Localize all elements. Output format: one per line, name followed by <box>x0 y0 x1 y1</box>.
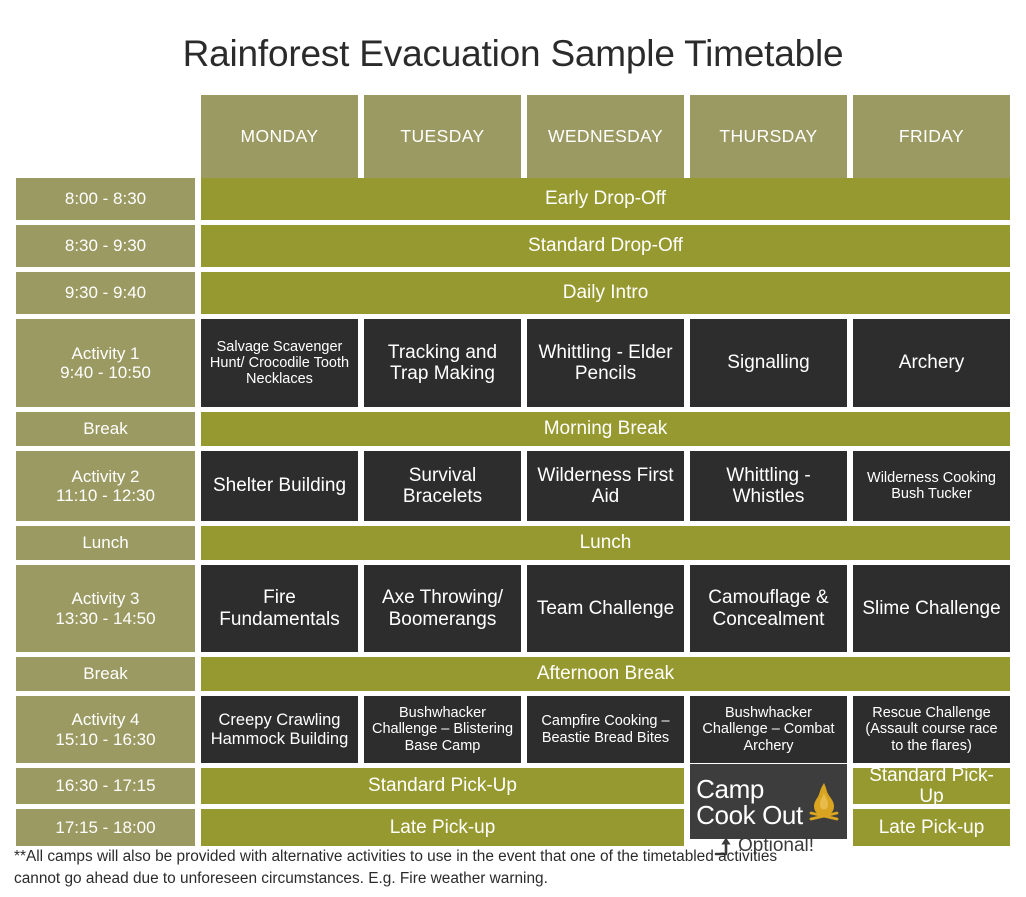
time-label-early-dropoff: 8:00 - 8:30 <box>16 178 195 220</box>
camp-cook-out-logo[interactable]: Camp Cook Out <box>690 764 847 839</box>
footnote: **All camps will also be provided with a… <box>14 848 778 888</box>
banner-lunch: Lunch <box>201 526 1010 560</box>
activity3-tuesday[interactable]: Axe Throwing/ Boomerangs <box>364 565 521 652</box>
activity2-tuesday[interactable]: Survival Bracelets <box>364 451 521 521</box>
row-daily-intro: 9:30 - 9:40 Daily Intro <box>0 272 1026 319</box>
banner-late-pickup: Late Pick-up <box>201 809 684 846</box>
time-label-late-pickup: 17:15 - 18:00 <box>16 809 195 846</box>
activity2-friday[interactable]: Wilderness Cooking Bush Tucker <box>853 451 1010 521</box>
column-header-tuesday: TUESDAY <box>364 95 521 178</box>
logo-line-2: Cook Out <box>696 799 803 830</box>
time-label-activity1: Activity 1 9:40 - 10:50 <box>16 319 195 407</box>
row-early-dropoff: 8:00 - 8:30 Early Drop-Off <box>0 178 1026 225</box>
activity4-tuesday[interactable]: Bushwhacker Challenge – Blistering Base … <box>364 696 521 763</box>
activity3-monday[interactable]: Fire Fundamentals <box>201 565 358 652</box>
row-activity4: Activity 4 15:10 - 16:30 Creepy Crawling… <box>0 696 1026 768</box>
logo-wordmark: Camp Cook Out <box>696 776 803 828</box>
row-activity3: Activity 3 13:30 - 14:50 Fire Fundamenta… <box>0 565 1026 657</box>
activity1-wednesday[interactable]: Whittling - Elder Pencils <box>527 319 684 407</box>
row-late-pickup: 17:15 - 18:00 Late Pick-up Late Pick-up <box>0 809 1026 851</box>
time-label-standard-dropoff: 8:30 - 9:30 <box>16 225 195 267</box>
time-label-lunch: Lunch <box>16 526 195 560</box>
activity4-name: Activity 4 <box>71 710 140 730</box>
time-label-activity2: Activity 2 11:10 - 12:30 <box>16 451 195 521</box>
late-pickup-friday: Late Pick-up <box>853 809 1010 846</box>
row-activity1: Activity 1 9:40 - 10:50 Salvage Scavenge… <box>0 319 1026 412</box>
row-standard-dropoff: 8:30 - 9:30 Standard Drop-Off <box>0 225 1026 272</box>
column-header-friday: FRIDAY <box>853 95 1010 178</box>
row-activity2: Activity 2 11:10 - 12:30 Shelter Buildin… <box>0 451 1026 526</box>
row-morning-break: Break Morning Break <box>0 412 1026 451</box>
time-label-standard-pickup: 16:30 - 17:15 <box>16 768 195 804</box>
banner-standard-dropoff: Standard Drop-Off <box>201 225 1010 267</box>
activity4-friday[interactable]: Rescue Challenge (Assault course race to… <box>853 696 1010 763</box>
activity3-friday[interactable]: Slime Challenge <box>853 565 1010 652</box>
activity1-time: 9:40 - 10:50 <box>60 363 151 382</box>
logo-line-1: Camp <box>696 773 764 804</box>
activity2-monday[interactable]: Shelter Building <box>201 451 358 521</box>
row-afternoon-break: Break Afternoon Break <box>0 657 1026 696</box>
activity3-wednesday[interactable]: Team Challenge <box>527 565 684 652</box>
activity4-monday[interactable]: Creepy Crawling Hammock Building <box>201 696 358 763</box>
timetable-page: Rainforest Evacuation Sample Timetable M… <box>0 0 1026 897</box>
activity2-thursday[interactable]: Whittling - Whistles <box>690 451 847 521</box>
column-header-wednesday: WEDNESDAY <box>527 95 684 178</box>
time-label-daily-intro: 9:30 - 9:40 <box>16 272 195 314</box>
banner-daily-intro: Daily Intro <box>201 272 1010 314</box>
activity4-thursday[interactable]: Bushwhacker Challenge – Combat Archery <box>690 696 847 763</box>
row-standard-pickup: 16:30 - 17:15 Standard Pick-Up Standard … <box>0 768 1026 809</box>
time-label-activity3: Activity 3 13:30 - 14:50 <box>16 565 195 652</box>
activity1-monday[interactable]: Salvage Scavenger Hunt/ Crocodile Tooth … <box>201 319 358 407</box>
standard-pickup-friday: Standard Pick-Up <box>853 768 1010 804</box>
banner-standard-pickup: Standard Pick-Up <box>201 768 684 804</box>
activity1-name: Activity 1 <box>71 343 140 363</box>
activity3-name: Activity 3 <box>71 589 140 609</box>
activity3-thursday[interactable]: Camouflage & Concealment <box>690 565 847 652</box>
banner-early-dropoff: Early Drop-Off <box>201 178 1010 220</box>
activity1-thursday[interactable]: Signalling <box>690 319 847 407</box>
header-row: MONDAY TUESDAY WEDNESDAY THURSDAY FRIDAY <box>0 95 1026 178</box>
activity2-name: Activity 2 <box>71 466 140 486</box>
page-title: Rainforest Evacuation Sample Timetable <box>182 33 844 74</box>
activity4-wednesday[interactable]: Campfire Cooking – Beastie Bread Bites <box>527 696 684 763</box>
campfire-flame-icon <box>809 782 839 820</box>
time-label-morning-break: Break <box>16 412 195 446</box>
column-header-monday: MONDAY <box>201 95 358 178</box>
row-lunch: Lunch Lunch <box>0 526 1026 565</box>
activity1-friday[interactable]: Archery <box>853 319 1010 407</box>
banner-afternoon-break: Afternoon Break <box>201 657 1010 691</box>
activity2-time: 11:10 - 12:30 <box>56 486 155 505</box>
activity2-wednesday[interactable]: Wilderness First Aid <box>527 451 684 521</box>
logo-inner: Camp Cook Out <box>695 776 842 828</box>
activity1-tuesday[interactable]: Tracking and Trap Making <box>364 319 521 407</box>
timetable-grid: MONDAY TUESDAY WEDNESDAY THURSDAY FRIDAY… <box>0 95 1026 851</box>
activity3-time: 13:30 - 14:50 <box>55 608 156 628</box>
activity4-time: 15:10 - 16:30 <box>55 729 156 749</box>
time-label-afternoon-break: Break <box>16 657 195 691</box>
time-label-activity4: Activity 4 15:10 - 16:30 <box>16 696 195 763</box>
column-header-thursday: THURSDAY <box>690 95 847 178</box>
banner-morning-break: Morning Break <box>201 412 1010 446</box>
